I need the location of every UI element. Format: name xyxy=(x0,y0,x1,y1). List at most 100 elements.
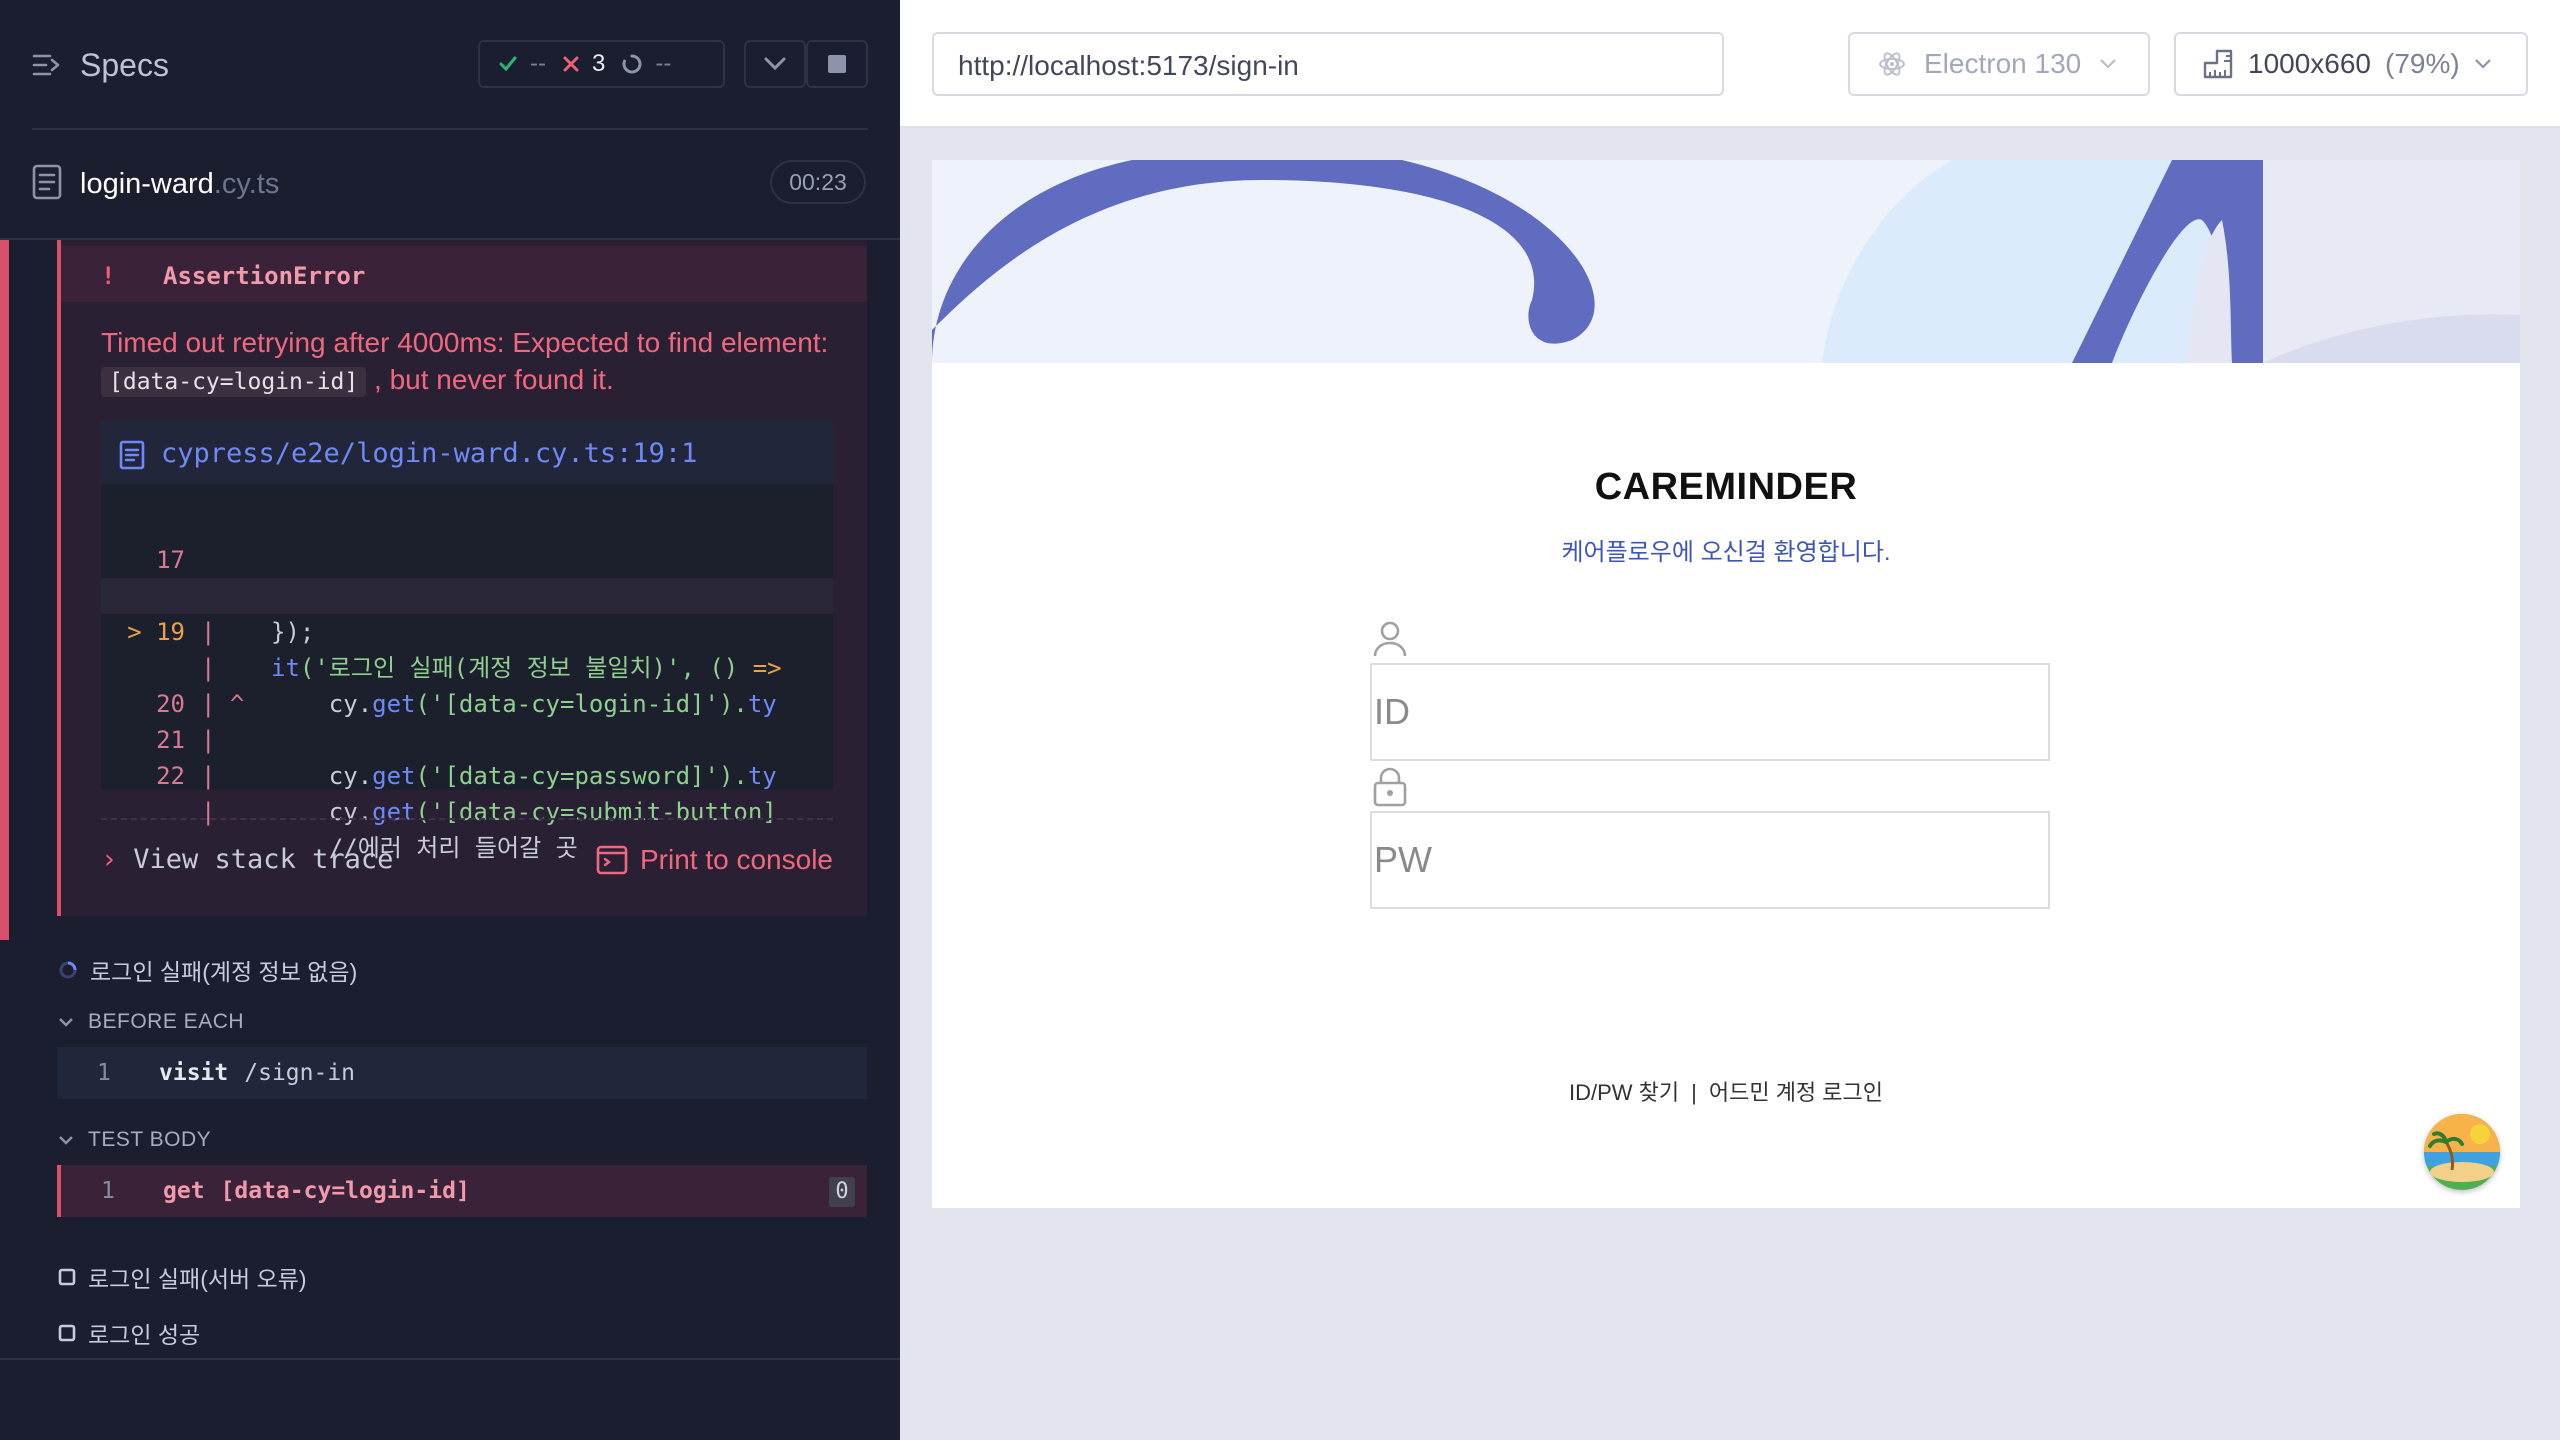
test-item-pending[interactable]: 로그인 실패(서버 오류) xyxy=(58,1260,307,1294)
stop-button[interactable] xyxy=(806,40,868,88)
find-id-pw-link[interactable]: ID/PW 찾기 xyxy=(1569,1080,1679,1105)
pending-stat: -- xyxy=(621,50,671,78)
command-get-failed[interactable]: 1 get [data-cy=login-id] 0 xyxy=(57,1165,867,1217)
test-item-running[interactable]: 로그인 실패(계정 정보 없음) xyxy=(58,953,357,987)
spec-file-row: login-ward.cy.ts 00:23 xyxy=(0,150,900,220)
id-input[interactable]: ID xyxy=(1370,663,2050,761)
line-number: 22 xyxy=(156,762,185,790)
command-name: get xyxy=(163,1178,205,1204)
view-stack-trace-button[interactable]: › View stack trace xyxy=(101,844,393,875)
token-plain: cy. xyxy=(271,762,373,790)
document-icon xyxy=(32,164,62,200)
running-spinner-icon xyxy=(59,961,77,979)
viewport-size: 1000x660 xyxy=(2248,48,2372,79)
spec-file-ext: .cy.ts xyxy=(213,168,280,200)
code-line: 22 | //에러 처리 들어갈 곳 xyxy=(101,722,833,862)
error-name: AssertionError xyxy=(163,262,366,290)
expand-toggle-button[interactable] xyxy=(744,40,806,88)
code-line: 21 | cy.get('[data-cy=submit-button] xyxy=(101,686,833,826)
viewport-scale: (79%) xyxy=(2385,48,2460,79)
document-icon xyxy=(119,440,145,470)
code-line-highlighted: > 19 | cy.get('[data-cy=login-id]').ty xyxy=(101,578,833,718)
command-number: 1 xyxy=(97,1060,111,1086)
welcome-message: 케어플로우에 오신걸 환영합니다. xyxy=(1561,539,1891,566)
hook-test-body[interactable]: TEST BODY xyxy=(58,1128,211,1152)
link-separator: | xyxy=(1691,1080,1697,1105)
browser-selector[interactable]: Electron 130 xyxy=(1848,32,2150,96)
chevron-down-icon xyxy=(2474,59,2491,69)
spinner-icon xyxy=(622,54,642,74)
chevron-down-icon xyxy=(2100,59,2116,69)
print-to-console-label: Print to console xyxy=(640,844,833,875)
error-message-tail: , but never found it. xyxy=(374,364,614,395)
specs-list-icon[interactable] xyxy=(32,50,62,80)
preview-toolbar: http://localhost:5173/sign-in Electron 1… xyxy=(900,0,2560,128)
command-arg: /sign-in xyxy=(244,1060,356,1086)
token-fn: ty xyxy=(747,762,777,790)
chevron-down-icon xyxy=(59,1018,73,1027)
footer-links: ID/PW 찾기 | 어드민 계정 로그인 xyxy=(932,1075,2520,1107)
url-bar[interactable]: http://localhost:5173/sign-in xyxy=(932,32,1724,96)
code-line: | ^ xyxy=(101,614,833,718)
command-name: visit xyxy=(159,1060,229,1086)
element-count-badge: 0 xyxy=(829,1177,855,1207)
failed-count: 3 xyxy=(591,50,606,77)
user-icon xyxy=(1373,621,1407,657)
spec-file-basename: login-ward xyxy=(80,168,214,200)
token-fn: get xyxy=(372,762,416,790)
error-header: ! AssertionError xyxy=(61,246,867,302)
code-frame-file[interactable]: cypress/e2e/login-ward.cy.ts:19:1 xyxy=(101,420,833,484)
passed-stat: -- xyxy=(498,50,546,78)
command-number: 1 xyxy=(101,1178,115,1204)
electron-icon xyxy=(1879,52,1905,76)
passed-count: -- xyxy=(530,50,546,77)
code-line: 20 | cy.get('[data-cy=password]').ty xyxy=(101,650,833,790)
command-visit[interactable]: 1 visit/sign-in xyxy=(57,1047,867,1099)
specs-header: Specs -- 3 -- xyxy=(0,0,900,130)
command-log-panel: Specs -- 3 -- login-ward.cy.ts 00:23 ! A… xyxy=(0,0,900,1440)
pw-input[interactable]: PW xyxy=(1370,811,2050,909)
browser-name: Electron 130 xyxy=(1924,48,2082,79)
viewport-selector[interactable]: 1000x660 (79%) xyxy=(2174,32,2528,96)
cross-icon xyxy=(563,56,579,72)
failed-test-indicator xyxy=(0,240,9,940)
code-frame-file-path: cypress/e2e/login-ward.cy.ts:19:1 xyxy=(161,438,698,469)
code-line: 18 | it('로그인 실패(계정 정보 불일치)', () => xyxy=(101,542,833,682)
stop-icon xyxy=(828,55,846,73)
command-name-group: visit/sign-in xyxy=(159,1060,355,1086)
code-lines: 17 | }); 18 | it('로그인 실패(계정 정보 불일치)', ()… xyxy=(101,506,833,862)
test-title: 로그인 실패(서버 오류) xyxy=(88,1266,307,1292)
app-under-test-frame: CAREMINDER 케어플로우에 오신걸 환영합니다. ID PW ID/PW… xyxy=(932,160,2520,1208)
pending-square-icon xyxy=(58,1324,76,1342)
print-to-console-button[interactable]: Print to console xyxy=(596,844,833,876)
test-item-pending[interactable]: 로그인 성공 xyxy=(58,1316,200,1350)
chevron-down-icon xyxy=(59,1136,73,1145)
view-stack-trace-label: View stack trace xyxy=(133,844,394,875)
command-arg: [data-cy=login-id] xyxy=(220,1178,470,1204)
error-panel: ! AssertionError Timed out retrying afte… xyxy=(57,240,867,916)
test-title: 로그인 실패(계정 정보 없음) xyxy=(90,959,358,985)
code-line: 17 | }); xyxy=(101,506,833,646)
error-alert-icon: ! xyxy=(101,262,116,290)
chevron-right-icon: › xyxy=(101,844,118,875)
error-actions: › View stack trace Print to console xyxy=(101,818,833,888)
check-icon xyxy=(499,56,517,72)
error-message-selector: [data-cy=login-id] xyxy=(101,367,367,397)
spec-duration: 00:23 xyxy=(770,160,866,204)
lock-icon xyxy=(1373,767,1407,807)
admin-login-link[interactable]: 어드민 계정 로그인 xyxy=(1709,1080,1883,1105)
hook-label: BEFORE EACH xyxy=(88,1010,245,1033)
specs-title[interactable]: Specs xyxy=(80,47,169,84)
chevron-down-icon xyxy=(764,57,786,71)
terminal-icon xyxy=(596,845,628,875)
app-brand-title: CAREMINDER xyxy=(1594,466,1858,508)
hook-before-each[interactable]: BEFORE EACH xyxy=(58,1010,244,1034)
divider xyxy=(32,128,868,130)
error-message: Timed out retrying after 4000ms: Expecte… xyxy=(101,324,841,401)
hook-label: TEST BODY xyxy=(88,1128,212,1151)
error-message-text: Timed out retrying after 4000ms: Expecte… xyxy=(101,327,829,358)
failed-stat: 3 xyxy=(562,50,605,78)
spec-file-name[interactable]: login-ward.cy.ts xyxy=(80,168,279,201)
divider xyxy=(0,1358,900,1360)
beach-island-icon[interactable] xyxy=(2424,1114,2500,1190)
